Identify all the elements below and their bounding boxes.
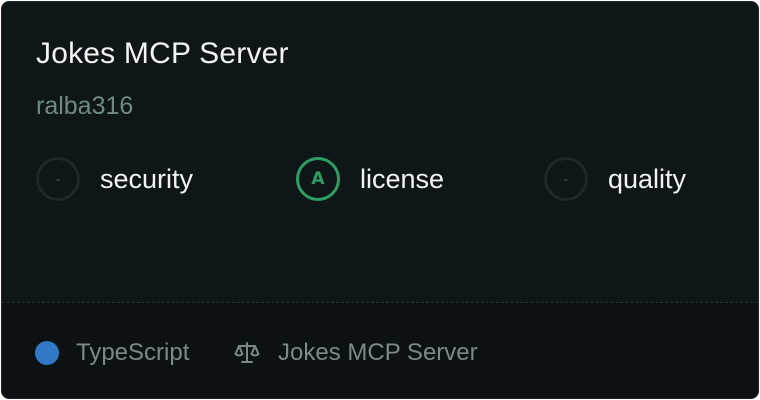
quality-grade-badge: -	[544, 157, 588, 201]
language-color-dot	[35, 341, 59, 365]
license-score: A license	[296, 155, 444, 203]
server-title[interactable]: Jokes MCP Server	[36, 36, 289, 72]
server-card[interactable]: Jokes MCP Server ralba316 - security A l…	[1, 1, 759, 399]
score-row: - security A license - quality	[36, 155, 736, 203]
quality-label: quality	[608, 163, 687, 194]
security-label: security	[100, 163, 194, 194]
quality-score: - quality	[544, 155, 686, 203]
card-footer: TypeScript Jokes MCP Server	[2, 302, 758, 398]
security-score: - security	[36, 155, 193, 203]
server-author[interactable]: ralba316	[36, 90, 133, 122]
language-label: TypeScript	[76, 339, 190, 366]
license-info: Jokes MCP Server	[234, 339, 478, 367]
license-name: Jokes MCP Server	[278, 339, 478, 366]
security-grade-badge: -	[36, 157, 80, 201]
license-label: license	[360, 163, 445, 194]
scale-icon	[234, 342, 260, 363]
license-grade-badge: A	[296, 157, 340, 201]
language-info: TypeScript	[35, 339, 189, 367]
